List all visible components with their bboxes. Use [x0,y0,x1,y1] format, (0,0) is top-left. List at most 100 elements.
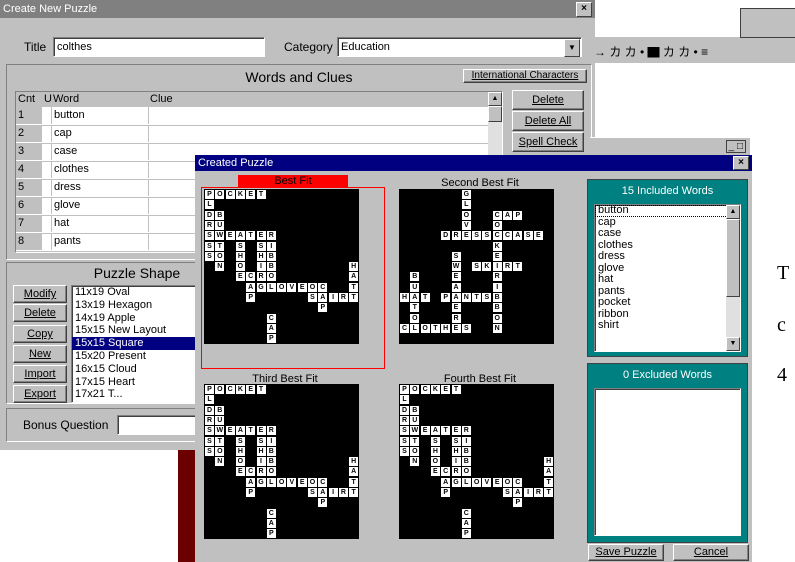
back-window-controls[interactable]: _ □ [725,140,746,153]
puzzle-grid-best[interactable]: POCKETLOVEDRESSBUTTONSWEATERSHOERIBBONSH… [204,189,359,344]
scroll-up-icon[interactable]: ▲ [488,92,502,106]
puzzle-cell: R [451,467,461,477]
included-word-item[interactable]: dress [595,250,740,263]
puzzle-cell: B [266,262,276,272]
row-u-cell [42,215,52,232]
chevron-down-icon[interactable]: ▼ [564,39,580,57]
shape-list-item[interactable]: 15x15 Square [72,337,206,350]
import-button[interactable]: Import [13,365,67,383]
category-value: Education [341,41,390,53]
puzzle-cell: E [430,467,440,477]
row-clue[interactable] [150,107,480,124]
puzzle-cell: D [441,231,451,241]
included-word-item[interactable]: glove [595,262,740,275]
bonus-input[interactable] [117,415,207,435]
puzzle-cell: I [266,436,276,446]
puzzle-cell: H [256,446,266,456]
puzzle-grid-second[interactable]: GLOVECAPDRESSCASEOCKETSKIRTSWEATERBUTTON… [399,189,554,344]
title-input[interactable]: colthes [53,37,265,57]
shape-list[interactable]: 11x19 Oval 13x19 Hexagon 14x19 Apple 15x15 … [71,285,207,403]
puzzle-grid-third[interactable]: POCKETLOVEDRESSBUTTONSWEATERSHOERIBBONSH… [204,384,359,539]
included-word-item[interactable]: shirt [595,319,740,332]
puzzle-cell: N [461,293,471,302]
shape-list-item[interactable]: 15x20 Present [72,350,206,363]
included-header: 15 Included Words [621,185,714,197]
row-number: 6 [16,197,42,214]
category-select[interactable]: Education ▼ [337,37,582,57]
shape-list-item[interactable]: 13x19 Hexagon [72,299,206,312]
included-word-item[interactable]: pocket [595,296,740,309]
puzzle-cell: O [215,251,225,261]
shape-list-item[interactable]: 17x15 Heart [72,376,206,389]
scroll-up-icon[interactable]: ▲ [726,205,740,219]
puzzle-cell: O [235,457,245,467]
puzzle-cell: P [266,529,276,539]
puzzle-cell: H [400,293,409,302]
included-word-item[interactable]: button [595,205,740,217]
puzzle-cell: S [451,436,461,446]
row-word[interactable]: cap [54,125,149,142]
puzzle-cell: P [205,385,214,394]
created-close-button[interactable]: × [733,156,749,170]
included-word-item[interactable]: hat [595,273,740,286]
created-window-titlebar[interactable]: Created Puzzle × [195,155,752,171]
puzzle-cell: E [451,303,461,313]
shape-list-item[interactable]: 14x19 Apple [72,312,206,325]
international-characters-button[interactable]: International Characters [463,69,587,83]
shape-list-item[interactable]: 17x21 T... [72,388,206,401]
puzzle-cell: C [400,323,409,333]
puzzle-cell: I [451,457,461,467]
scroll-thumb[interactable] [488,106,502,122]
category-label: Category [284,40,333,54]
spell-check-button[interactable]: Spell Check [512,132,584,152]
modify-button[interactable]: Modify [13,285,67,303]
save-puzzle-button[interactable]: Save Puzzle [588,544,664,561]
puzzle-cell: S [308,293,317,302]
included-list[interactable]: button cap case clothes dress glove hat pants po… [594,204,741,352]
puzzle-cell: E [235,272,245,282]
puzzle-cell: S [400,446,409,456]
puzzle-cell: T [513,262,523,272]
puzzle-cell: E [256,426,266,436]
scroll-down-icon[interactable]: ▼ [726,337,740,351]
shape-list-item[interactable]: 11x19 Oval [72,286,206,299]
row-word[interactable]: clothes [54,161,149,178]
row-word[interactable]: button [54,107,149,124]
puzzle-cell: V [461,220,471,230]
copy-button[interactable]: Copy [13,325,67,343]
included-word-item[interactable]: case [595,227,740,240]
new-button[interactable]: New [13,345,67,363]
row-clue[interactable] [150,125,480,142]
puzzle-grid-fourth[interactable]: POCKETLOVEDRESSBUTTONSWEATERSHOERIBBONSH… [399,384,554,539]
export-button[interactable]: Export [13,385,67,403]
delete-shape-button[interactable]: Delete [13,304,67,322]
row-word[interactable]: hat [54,215,149,232]
delete-word-button[interactable]: Delete [512,90,584,110]
puzzle-cell: B [266,457,276,467]
row-word[interactable]: pants [54,233,149,250]
puzzle-cell: B [266,251,276,261]
puzzle-cell: E [297,282,307,292]
puzzle-cell: T [256,385,266,394]
excluded-list[interactable] [594,388,741,536]
row-word[interactable]: dress [54,179,149,196]
puzzle-cell: O [461,467,471,477]
row-word[interactable]: glove [54,197,149,214]
table-row[interactable]: 1 button [16,107,488,126]
scroll-thumb[interactable] [726,219,740,297]
included-scrollbar[interactable]: ▲ ▼ [726,205,740,351]
puzzle-cell: A [513,488,523,497]
delete-all-button[interactable]: Delete All [512,111,584,131]
puzzle-cell: O [277,282,287,292]
table-row[interactable]: 2 cap [16,125,488,144]
puzzle-cell: O [420,323,430,333]
shape-list-item[interactable]: 16x15 Cloud [72,363,206,376]
puzzle-cell: P [441,293,451,302]
create-window-titlebar[interactable]: Create New Puzzle × [0,0,595,18]
puzzle-cell: T [256,190,266,199]
row-word[interactable]: case [54,143,149,160]
cancel-button[interactable]: Cancel [673,544,749,561]
create-close-button[interactable]: × [576,2,592,17]
puzzle-cell: S [256,436,266,446]
shape-list-item[interactable]: 15x15 New Layout [72,324,206,337]
